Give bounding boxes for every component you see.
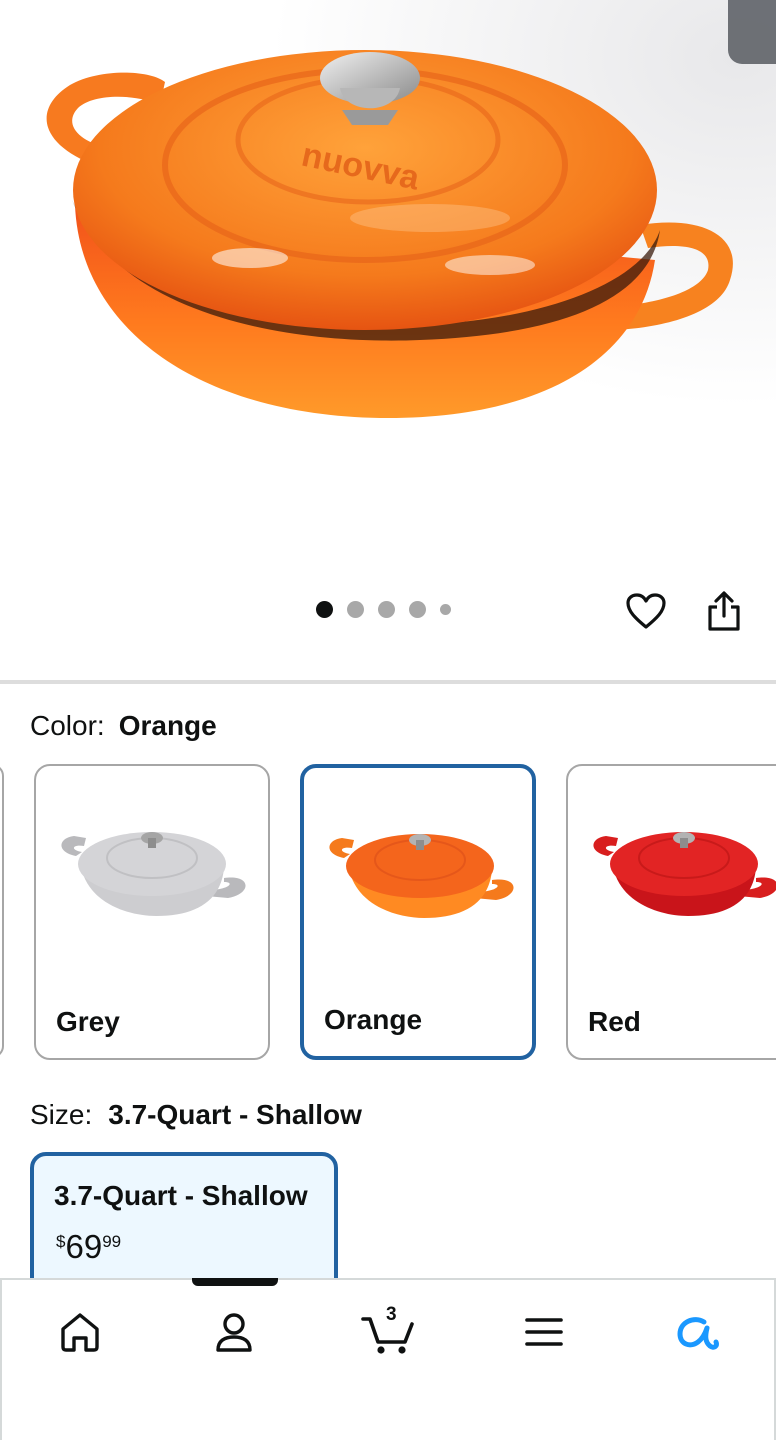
carousel-dot-5[interactable] (440, 604, 451, 615)
size-selector-header: Size: 3.7-Quart - Shallow (30, 1099, 362, 1131)
color-option-label: Grey (56, 1006, 120, 1037)
color-option-label: Red (588, 1006, 641, 1037)
color-option-label: Orange (324, 1004, 423, 1035)
carousel-dot-4[interactable] (409, 601, 426, 618)
section-divider (0, 680, 776, 684)
cart-count-badge: 3 (386, 1304, 397, 1325)
size-label: Size: (30, 1099, 93, 1130)
active-tab-indicator (192, 1278, 278, 1286)
image-overlay-tab (728, 0, 776, 64)
nav-menu[interactable] (514, 1304, 574, 1360)
price-currency: $ (56, 1232, 66, 1251)
nav-cart[interactable]: 3 (358, 1304, 418, 1360)
rufus-icon (677, 1317, 719, 1350)
pot-illustration: nuovva (0, 0, 776, 580)
nav-home[interactable] (50, 1304, 110, 1360)
wishlist-button[interactable] (622, 587, 670, 635)
red-pot-thumbnail (593, 832, 776, 916)
carousel-dot-3[interactable] (378, 601, 395, 618)
color-option-grey[interactable]: Grey (34, 764, 270, 1060)
image-carousel-dots[interactable] (316, 601, 451, 618)
nav-rufus[interactable] (668, 1304, 728, 1360)
price-whole: 69 (65, 1228, 103, 1265)
product-image[interactable]: nuovva (0, 0, 776, 580)
share-button[interactable] (700, 587, 748, 635)
grey-pot-thumbnail (61, 832, 246, 916)
nav-account[interactable] (204, 1304, 264, 1360)
menu-icon (525, 1318, 563, 1346)
size-option-name: 3.7-Quart - Shallow (54, 1180, 308, 1211)
carousel-dot-1[interactable] (316, 601, 333, 618)
heart-icon (626, 593, 666, 629)
selected-color-value: Orange (118, 710, 217, 741)
color-option-previous[interactable] (0, 764, 4, 1058)
home-icon (61, 1313, 99, 1352)
selected-size-value: 3.7-Quart - Shallow (108, 1099, 362, 1130)
share-icon (708, 591, 740, 631)
price-fraction: 99 (102, 1232, 122, 1251)
size-option-price: $6999 (56, 1228, 121, 1266)
carousel-dot-2[interactable] (347, 601, 364, 618)
orange-pot-thumbnail (329, 834, 514, 918)
color-selector-header: Color: Orange (30, 710, 217, 742)
color-option-red[interactable]: Red (566, 764, 776, 1060)
bottom-navigation-bar: 3 (0, 1278, 776, 1440)
color-option-orange[interactable]: Orange (300, 764, 536, 1060)
color-label: Color: (30, 710, 105, 741)
account-icon (216, 1313, 252, 1352)
